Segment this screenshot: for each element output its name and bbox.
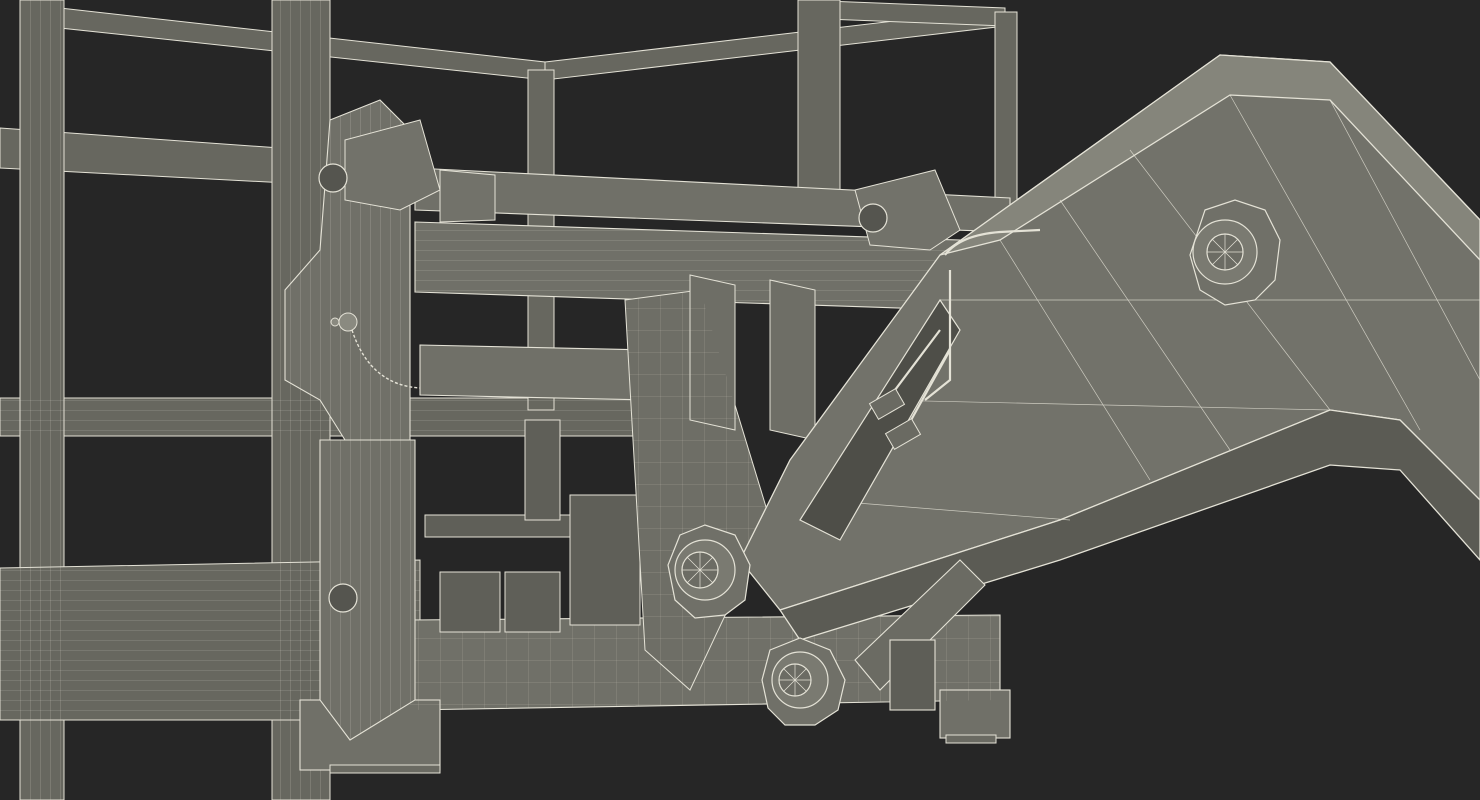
wireframe-scene	[0, 0, 1480, 800]
pivot-hub-upper-right	[1189, 199, 1281, 306]
render-viewport	[0, 0, 1480, 800]
